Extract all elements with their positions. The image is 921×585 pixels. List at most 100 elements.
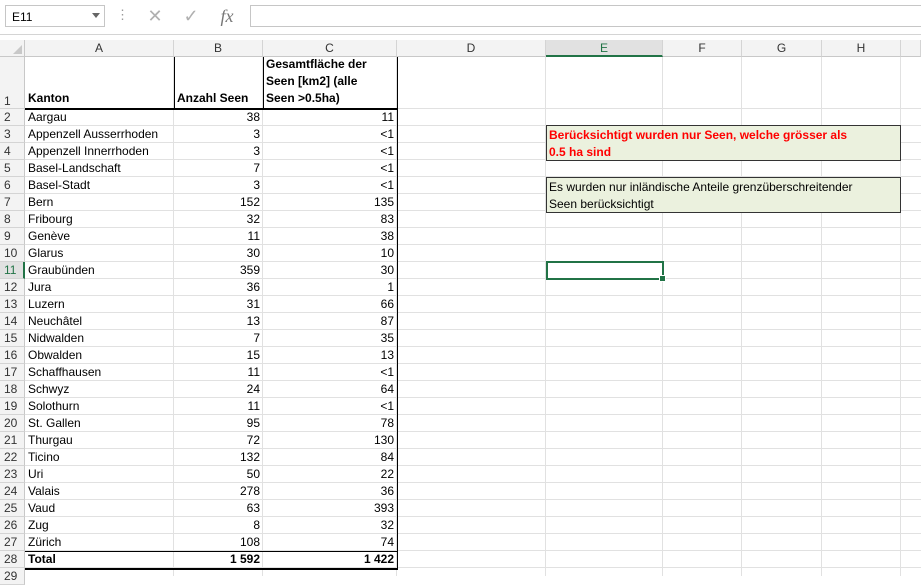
row-header-16[interactable]: 16	[0, 347, 25, 364]
cell-anzahl-seen[interactable]: 3	[174, 126, 263, 143]
cell-gesamtflaeche[interactable]: 36	[263, 483, 397, 500]
cell-kanton[interactable]: Fribourg	[25, 211, 174, 228]
column-header-a[interactable]: A	[25, 40, 174, 57]
total-flaeche[interactable]: 1 422	[263, 551, 397, 568]
cell-gesamtflaeche[interactable]: <1	[263, 177, 397, 194]
row-header-15[interactable]: 15	[0, 330, 25, 347]
active-cell-selection[interactable]	[546, 261, 666, 282]
row-header-10[interactable]: 10	[0, 245, 25, 262]
row-header-13[interactable]: 13	[0, 296, 25, 313]
cell-gesamtflaeche[interactable]: 38	[263, 228, 397, 245]
cell-kanton[interactable]: Luzern	[25, 296, 174, 313]
cell-gesamtflaeche[interactable]: 22	[263, 466, 397, 483]
cell-gesamtflaeche[interactable]: 130	[263, 432, 397, 449]
cell-gesamtflaeche[interactable]: 66	[263, 296, 397, 313]
row-header-11[interactable]: 11	[0, 262, 25, 279]
cell-kanton[interactable]: Basel-Landschaft	[25, 160, 174, 177]
cell-anzahl-seen[interactable]: 24	[174, 381, 263, 398]
cell-gesamtflaeche[interactable]: 74	[263, 534, 397, 551]
cancel-icon[interactable]: ✕	[142, 4, 168, 28]
cell-anzahl-seen[interactable]: 15	[174, 347, 263, 364]
cell-gesamtflaeche[interactable]: <1	[263, 364, 397, 381]
cell-anzahl-seen[interactable]: 108	[174, 534, 263, 551]
name-box[interactable]: E11	[5, 5, 105, 27]
cell-gesamtflaeche[interactable]: 30	[263, 262, 397, 279]
cell-anzahl-seen[interactable]: 50	[174, 466, 263, 483]
cell-gesamtflaeche[interactable]: <1	[263, 398, 397, 415]
column-header-b[interactable]: B	[174, 40, 263, 57]
row-header-4[interactable]: 4	[0, 143, 25, 160]
row-header-9[interactable]: 9	[0, 228, 25, 245]
row-header-29[interactable]: 29	[0, 568, 25, 585]
cell-kanton[interactable]: Schwyz	[25, 381, 174, 398]
fx-icon[interactable]: fx	[214, 4, 240, 28]
cell-kanton[interactable]: Zug	[25, 517, 174, 534]
column-header-h[interactable]: H	[822, 40, 901, 57]
row-header-18[interactable]: 18	[0, 381, 25, 398]
cell-kanton[interactable]: Uri	[25, 466, 174, 483]
fill-handle[interactable]	[659, 275, 666, 282]
cell-anzahl-seen[interactable]: 63	[174, 500, 263, 517]
cell-gesamtflaeche[interactable]: 84	[263, 449, 397, 466]
cell-gesamtflaeche[interactable]: 35	[263, 330, 397, 347]
row-header-5[interactable]: 5	[0, 160, 25, 177]
column-header-f[interactable]: F	[663, 40, 742, 57]
header-anzahl-seen[interactable]: Anzahl Seen	[174, 91, 251, 105]
cell-anzahl-seen[interactable]: 11	[174, 398, 263, 415]
total-anzahl[interactable]: 1 592	[174, 551, 263, 568]
row-header-19[interactable]: 19	[0, 398, 25, 415]
row-header-25[interactable]: 25	[0, 500, 25, 517]
header-gesamtflaeche-line3[interactable]: Seen >0.5ha)	[263, 91, 343, 105]
cell-gesamtflaeche[interactable]: 78	[263, 415, 397, 432]
header-kanton[interactable]: Kanton	[25, 91, 72, 105]
cell-kanton[interactable]: Solothurn	[25, 398, 174, 415]
row-header-17[interactable]: 17	[0, 364, 25, 381]
cell-kanton[interactable]: Aargau	[25, 109, 174, 126]
cell-gesamtflaeche[interactable]: 11	[263, 109, 397, 126]
row-header-28[interactable]: 28	[0, 551, 25, 568]
cell-gesamtflaeche[interactable]: 32	[263, 517, 397, 534]
column-header-d[interactable]: D	[397, 40, 546, 57]
cell-gesamtflaeche[interactable]: <1	[263, 126, 397, 143]
cell-anzahl-seen[interactable]: 11	[174, 228, 263, 245]
cell-anzahl-seen[interactable]: 7	[174, 160, 263, 177]
cell-anzahl-seen[interactable]: 132	[174, 449, 263, 466]
row-header-24[interactable]: 24	[0, 483, 25, 500]
column-header-partial[interactable]	[901, 40, 921, 57]
cell-kanton[interactable]: Vaud	[25, 500, 174, 517]
cell-kanton[interactable]: Genève	[25, 228, 174, 245]
cell-gesamtflaeche[interactable]: 10	[263, 245, 397, 262]
row-header-3[interactable]: 3	[0, 126, 25, 143]
cell-anzahl-seen[interactable]: 152	[174, 194, 263, 211]
note-border-lakes[interactable]: Es wurden nur inländische Anteile grenzü…	[546, 177, 901, 213]
cell-kanton[interactable]: Appenzell Ausserrhoden	[25, 126, 174, 143]
cell-gesamtflaeche[interactable]: 64	[263, 381, 397, 398]
column-header-g[interactable]: G	[742, 40, 822, 57]
cell-gesamtflaeche[interactable]: 13	[263, 347, 397, 364]
cell-kanton[interactable]: Jura	[25, 279, 174, 296]
column-header-c[interactable]: C	[263, 40, 397, 57]
cell-kanton[interactable]: Ticino	[25, 449, 174, 466]
row-header-12[interactable]: 12	[0, 279, 25, 296]
cell-kanton[interactable]: Obwalden	[25, 347, 174, 364]
cell-anzahl-seen[interactable]: 72	[174, 432, 263, 449]
cell-anzahl-seen[interactable]: 13	[174, 313, 263, 330]
cell-gesamtflaeche[interactable]: 135	[263, 194, 397, 211]
cell-kanton[interactable]: Neuchâtel	[25, 313, 174, 330]
cell-kanton[interactable]: Basel-Stadt	[25, 177, 174, 194]
row-header-26[interactable]: 26	[0, 517, 25, 534]
cell-anzahl-seen[interactable]: 278	[174, 483, 263, 500]
row-header-2[interactable]: 2	[0, 109, 25, 126]
formula-input[interactable]	[250, 5, 921, 27]
cell-anzahl-seen[interactable]: 36	[174, 279, 263, 296]
cell-gesamtflaeche[interactable]: 393	[263, 500, 397, 517]
row-header-7[interactable]: 7	[0, 194, 25, 211]
cell-kanton[interactable]: Bern	[25, 194, 174, 211]
cell-gesamtflaeche[interactable]: 87	[263, 313, 397, 330]
cell-anzahl-seen[interactable]: 8	[174, 517, 263, 534]
cell-kanton[interactable]: Schaffhausen	[25, 364, 174, 381]
row-header-20[interactable]: 20	[0, 415, 25, 432]
cell-kanton[interactable]: Appenzell Innerrhoden	[25, 143, 174, 160]
cell-kanton[interactable]: Zürich	[25, 534, 174, 551]
note-minimum-size[interactable]: Berücksichtigt wurden nur Seen, welche g…	[546, 125, 901, 161]
